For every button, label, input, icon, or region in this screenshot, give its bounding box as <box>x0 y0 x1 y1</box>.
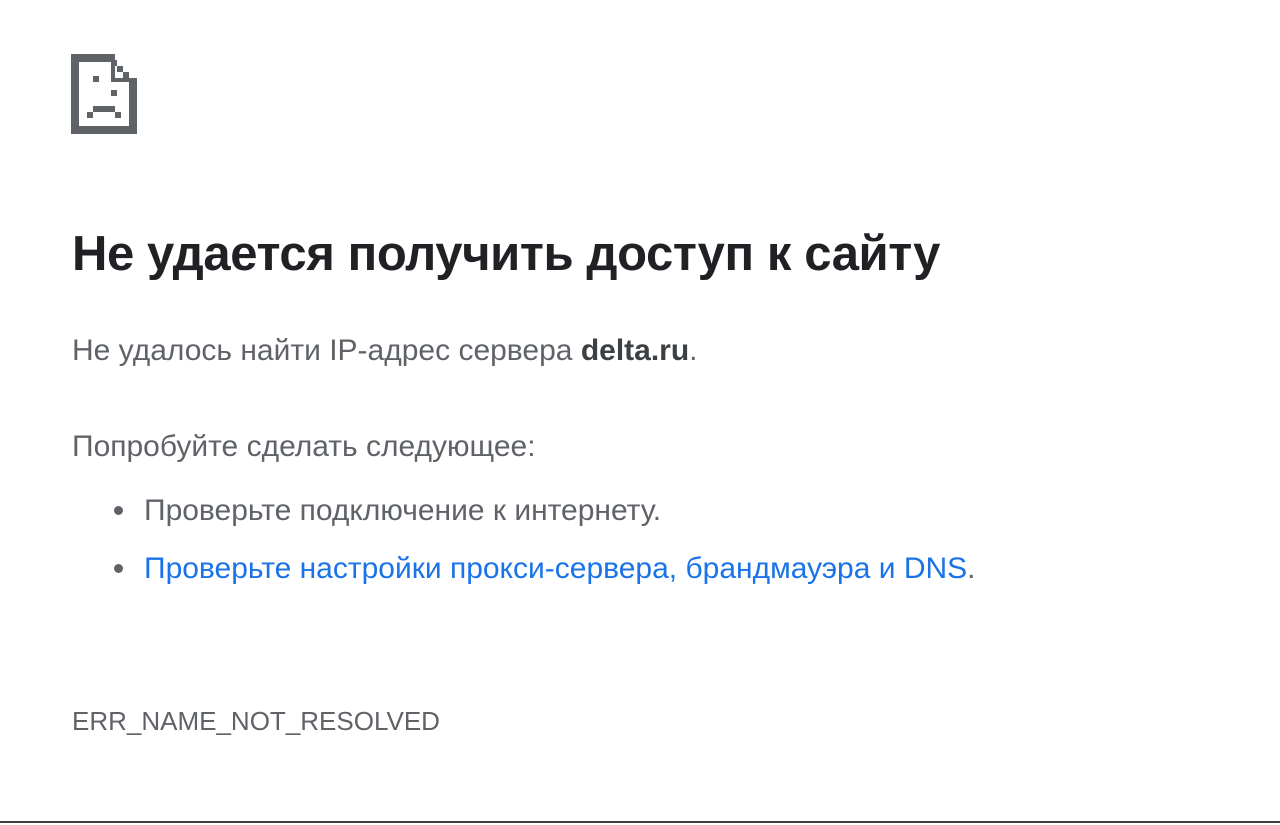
proxy-firewall-dns-link[interactable]: Проверьте настройки прокси-сервера, бран… <box>144 540 1104 598</box>
suggestion-check-proxy: Проверьте настройки прокси-сервера, бран… <box>72 540 1112 598</box>
host-name: delta.ru <box>580 334 690 367</box>
bullet-dot <box>114 506 123 515</box>
error-summary: Не удалось найти IP-адрес сервера delta.… <box>72 334 698 368</box>
bottom-divider <box>0 821 1280 823</box>
summary-text: Не удалось найти IP-адрес сервера <box>72 334 581 367</box>
summary-period: . <box>689 334 698 367</box>
error-code: ERR_NAME_NOT_RESOLVED <box>72 706 440 736</box>
suggestion-check-connection: Проверьте подключение к интернету. <box>72 482 1112 540</box>
suggestion-text: Проверьте подключение к интернету. <box>144 494 662 527</box>
link-period: . <box>967 552 976 585</box>
bullet-dot <box>114 564 123 573</box>
broken-page-sad-icon <box>71 54 137 134</box>
proxy-link-text[interactable]: Проверьте настройки прокси-сервера, бран… <box>144 552 967 585</box>
suggestions-list: Проверьте подключение к интернету. Прове… <box>72 482 1112 598</box>
suggestions-heading: Попробуйте сделать следующее: <box>72 430 536 463</box>
error-page: Не удается получить доступ к сайту Не уд… <box>0 0 1280 825</box>
page-title: Не удается получить доступ к сайту <box>72 227 940 281</box>
